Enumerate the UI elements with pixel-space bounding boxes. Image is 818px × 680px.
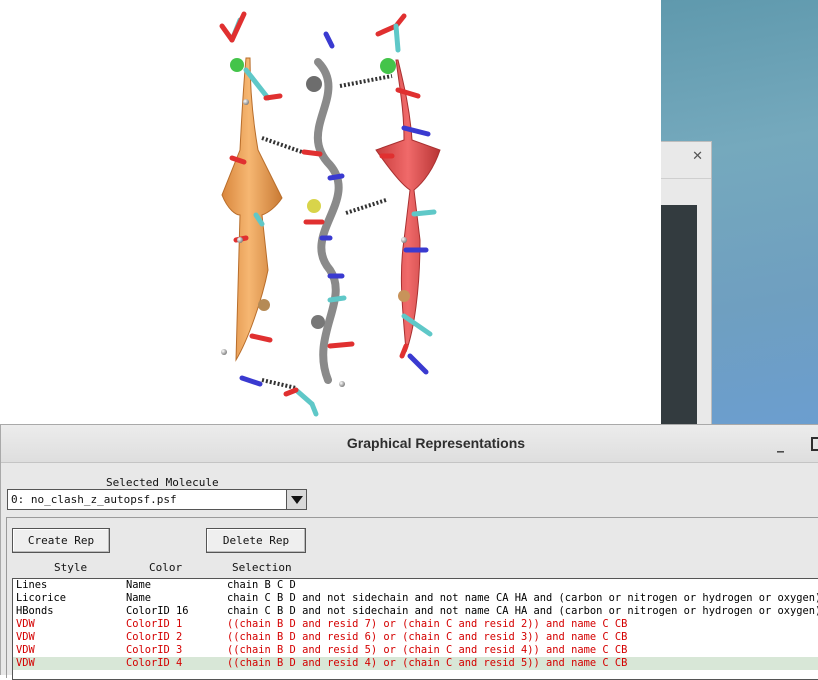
rep-list[interactable]: Lines Name chain B C D Licorice Name cha…	[12, 578, 818, 680]
background-window[interactable]: ✕	[661, 141, 712, 433]
rep-style: VDW	[16, 657, 35, 669]
rep-selection: ((chain B D and resid 7) or (chain C and…	[227, 618, 628, 630]
rep-row[interactable]: Lines Name chain B C D	[13, 579, 818, 592]
rep-color: ColorID 16	[126, 605, 189, 617]
rep-row[interactable]: VDW ColorID 1 ((chain B D and resid 7) o…	[13, 618, 818, 631]
molecule-viewport[interactable]	[0, 0, 661, 430]
rep-style: HBonds	[16, 605, 54, 617]
background-window-close-icon[interactable]: ✕	[692, 149, 703, 164]
rep-color: Name	[126, 579, 152, 591]
background-window-divider	[661, 178, 711, 179]
rep-style: VDW	[16, 618, 35, 630]
rep-style: Licorice	[16, 592, 67, 604]
rep-color: ColorID 1	[126, 618, 183, 630]
column-header-color: Color	[149, 561, 183, 574]
selected-molecule-label: Selected Molecule	[106, 476, 219, 489]
selected-molecule-value: 0: no_clash_z_autopsf.psf	[11, 493, 177, 506]
rep-row[interactable]: VDW ColorID 3 ((chain B D and resid 5) o…	[13, 644, 818, 657]
rep-selection: chain C B D and not sidechain and not na…	[227, 592, 818, 604]
strand-right	[375, 59, 441, 353]
rep-selection: ((chain B D and resid 6) or (chain C and…	[227, 631, 628, 643]
column-header-style: Style	[54, 561, 88, 574]
create-rep-button[interactable]: Create Rep	[12, 528, 110, 553]
dialog-titlebar[interactable]: Graphical Representations _	[1, 425, 818, 463]
rep-style: VDW	[16, 631, 35, 643]
rep-color: ColorID 4	[126, 657, 183, 669]
molecule-render	[219, 11, 441, 417]
rep-row[interactable]: HBonds ColorID 16 chain C B D and not si…	[13, 605, 818, 618]
selected-molecule-dropdown[interactable]: 0: no_clash_z_autopsf.psf	[7, 489, 307, 510]
rep-selection: chain C B D and not sidechain and not na…	[227, 605, 818, 617]
column-header-selection: Selection	[232, 561, 292, 574]
rep-row[interactable]: Licorice Name chain C B D and not sidech…	[13, 592, 818, 605]
rep-color: ColorID 2	[126, 631, 183, 643]
minimize-icon[interactable]: _	[777, 437, 784, 453]
dropdown-arrow-icon[interactable]	[286, 490, 306, 509]
rep-style: Lines	[16, 579, 48, 591]
rep-row[interactable]: VDW ColorID 2 ((chain B D and resid 6) o…	[13, 631, 818, 644]
rep-selection: chain B C D	[227, 579, 296, 591]
rep-color: ColorID 3	[126, 644, 183, 656]
rep-selection: ((chain B D and resid 5) or (chain C and…	[227, 644, 628, 656]
rep-selection: ((chain B D and resid 4) or (chain C and…	[227, 657, 628, 669]
reps-panel: Create Rep Delete Rep Style Color Select…	[6, 517, 818, 680]
delete-rep-button[interactable]: Delete Rep	[206, 528, 306, 553]
rep-row[interactable]: VDW ColorID 4 ((chain B D and resid 4) o…	[13, 657, 818, 670]
rep-style: VDW	[16, 644, 35, 656]
background-window-dark-panel	[661, 205, 697, 432]
strand-left	[221, 57, 283, 362]
dialog-title: Graphical Representations	[346, 435, 526, 451]
maximize-icon[interactable]	[811, 437, 818, 451]
graphical-representations-dialog: Graphical Representations _ Selected Mol…	[0, 424, 818, 680]
rep-color: Name	[126, 592, 152, 604]
